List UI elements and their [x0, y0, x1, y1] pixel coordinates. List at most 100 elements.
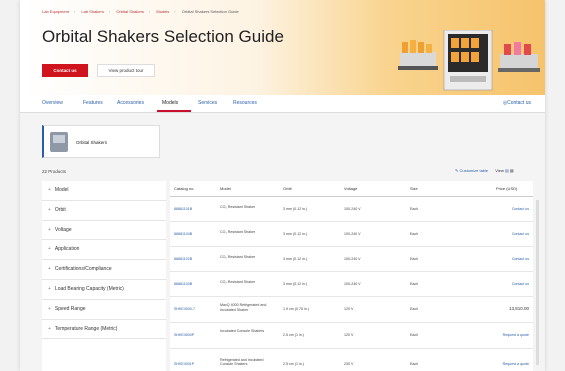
orbit-cell: 1.9 cm (0.75 in.): [283, 307, 309, 311]
catalog-number-link[interactable]: SHKE4000-7: [174, 307, 195, 312]
plus-icon: +: [48, 305, 51, 312]
contact-us-button[interactable]: Contact us: [42, 64, 88, 77]
catalog-number-link[interactable]: SHKE4001P: [174, 362, 194, 367]
column-header-price[interactable]: Price (USD): [496, 186, 517, 191]
filter-label: Application: [54, 246, 80, 253]
filter-certifications[interactable]: + Certifications/Compliance: [42, 260, 166, 280]
size-cell: Each: [410, 307, 419, 311]
orbit-cell: 2.5 cm (1 in.): [283, 333, 304, 337]
orbit-cell: 2.5 cm (1 in.): [283, 361, 304, 366]
column-header-model[interactable]: Model: [220, 186, 231, 191]
price-cell[interactable]: Contact us: [512, 257, 529, 262]
filter-label: Temperature Range (Metric): [54, 325, 118, 332]
model-cell: MaxQ 4000 Refrigerated and Incubated Sha…: [220, 303, 267, 312]
filter-application[interactable]: + Application: [42, 240, 166, 261]
tab-features[interactable]: Features: [83, 100, 103, 106]
category-card-orbital-shakers[interactable]: Orbital Shakers: [42, 125, 160, 158]
breadcrumb-current: Orbital Shakers Selection Guide: [181, 9, 239, 14]
tab-overview[interactable]: Overview: [42, 100, 63, 106]
table-row[interactable]: SHKE4001P Refrigerated and Incubated Cons…: [170, 349, 533, 371]
size-cell: Each: [410, 206, 419, 211]
price-cell[interactable]: Contact us: [512, 232, 529, 237]
section-tabs: Overview Features Accessories Models Ser…: [20, 95, 545, 113]
nav-contact-us-label: Contact us: [507, 100, 531, 106]
column-header-voltage[interactable]: Voltage: [344, 186, 357, 191]
breadcrumb-link-orbital-shakers[interactable]: Orbital Shakers: [116, 9, 144, 14]
orbit-cell: 3 mm (0.12 in.): [283, 231, 308, 236]
breadcrumb: Lab Equipment › Lab Shakers › Orbital Shak…: [42, 9, 244, 14]
filter-orbit[interactable]: + Orbit: [42, 201, 166, 221]
column-header-size[interactable]: Size: [410, 186, 418, 191]
catalog-number-link[interactable]: 88881103B: [174, 282, 192, 287]
size-cell: Each: [410, 333, 419, 337]
orbital-shaker-thumbnail: [50, 132, 68, 152]
price-cell[interactable]: Request a quote: [503, 333, 529, 338]
orbit-cell: 3 mm (0.12 in.): [283, 281, 308, 286]
filter-label: Speed Range: [54, 305, 86, 312]
column-header-catalog[interactable]: Catalog no.: [174, 186, 194, 191]
tab-models[interactable]: Models: [162, 100, 178, 106]
table-row[interactable]: 88881101B CO₂ Resistant Shaker 3 mm (0.12 …: [170, 197, 533, 222]
price-cell: 13,810.00: [508, 306, 529, 311]
list-view-icon[interactable]: ▤: [505, 168, 509, 173]
model-cell: CO₂ Resistant Shaker: [220, 255, 256, 259]
table-header: Catalog no. Model Orbit Voltage Size Pri…: [170, 181, 533, 197]
incubator-shaker-image: [443, 30, 493, 91]
plus-icon: +: [48, 246, 51, 253]
view-product-tour-button[interactable]: View product tour: [97, 64, 155, 77]
filter-voltage[interactable]: + Voltage: [42, 221, 166, 241]
breadcrumb-separator: ›: [108, 9, 111, 14]
catalog-number-link[interactable]: SHKE4000P: [174, 333, 194, 338]
voltage-cell: 100-240 V: [344, 206, 361, 211]
orbit-cell: 3 mm (0.12 in.): [283, 256, 308, 261]
table-row[interactable]: 88881102B CO₂ Resistant Shaker 3 mm (0.12 …: [170, 247, 533, 272]
filter-model[interactable]: + Model: [42, 181, 166, 201]
tab-resources[interactable]: Resources: [233, 100, 257, 106]
product-images: [398, 30, 540, 91]
catalog-number-link[interactable]: 88881101B: [174, 207, 192, 212]
table-row[interactable]: 88881104B CO₂ Resistant Shaker 3 mm (0.12 …: [170, 222, 533, 247]
nav-contact-us-link[interactable]: ◎Contact us: [503, 100, 531, 106]
page-frame: Lab Equipment › Lab Shakers › Orbital Shak…: [20, 0, 545, 371]
filter-speed-range[interactable]: + Speed Range: [42, 300, 166, 320]
table-scrollbar[interactable]: [536, 200, 539, 365]
price-cell[interactable]: Request a quote: [503, 362, 529, 367]
catalog-number-link[interactable]: 88881102B: [174, 257, 192, 262]
category-card-label: Orbital Shakers: [76, 140, 108, 145]
filter-label: Load Bearing Capacity (Metric): [54, 285, 124, 292]
breadcrumb-separator: ›: [174, 9, 176, 14]
model-cell: CO₂ Resistant Shaker: [220, 205, 256, 209]
breadcrumb-link-models[interactable]: Models: [156, 9, 169, 14]
filter-label: Certifications/Compliance: [54, 266, 112, 273]
breadcrumb-separator: ›: [148, 9, 151, 14]
orbit-cell: 3 mm (0.12 in.): [283, 206, 308, 211]
filter-label: Voltage: [54, 226, 72, 233]
grid-view-icon[interactable]: ▦: [510, 168, 514, 173]
column-header-orbit[interactable]: Orbit: [283, 186, 292, 191]
catalog-number-link[interactable]: 88881104B: [174, 232, 192, 237]
customize-table-label: Customize table: [459, 168, 489, 173]
customize-table-link[interactable]: ✎ Customize table: [455, 168, 488, 173]
active-tab-indicator: [157, 110, 191, 112]
table-row[interactable]: SHKE4000-7 MaxQ 4000 Refrigerated and Inc…: [170, 297, 533, 323]
table-row[interactable]: 88881103B CO₂ Resistant Shaker 3 mm (0.12 …: [170, 272, 533, 297]
breadcrumb-link-lab-shakers[interactable]: Lab Shakers: [81, 9, 103, 14]
voltage-cell: 100-240 V: [344, 281, 361, 286]
breadcrumb-link-lab-equipment[interactable]: Lab Equipment: [42, 9, 69, 14]
filter-load-bearing-capacity[interactable]: + Load Bearing Capacity (Metric): [42, 280, 166, 300]
voltage-cell: 230 V: [344, 361, 354, 366]
table-tools: ✎ Customize table View ▤ ▦: [455, 168, 514, 173]
view-label: View: [495, 168, 504, 173]
price-cell[interactable]: Contact us: [512, 207, 529, 212]
price-cell[interactable]: Contact us: [512, 282, 529, 287]
tab-services[interactable]: Services: [198, 100, 217, 106]
model-cell: Refrigerated and Incubated Console Shake…: [220, 357, 264, 367]
tab-accessories[interactable]: Accessories: [117, 100, 144, 106]
filter-temperature-range[interactable]: + Temperature Range (Metric): [42, 320, 166, 340]
plus-icon: +: [48, 266, 51, 273]
voltage-cell: 120 V: [344, 333, 354, 337]
voltage-cell: 100-240 V: [344, 256, 361, 261]
voltage-cell: 100-240 V: [344, 231, 361, 236]
shaker-left-image: [398, 40, 438, 70]
table-row[interactable]: SHKE4000P Incubated Console Shakers 2.5 cm…: [170, 323, 533, 349]
